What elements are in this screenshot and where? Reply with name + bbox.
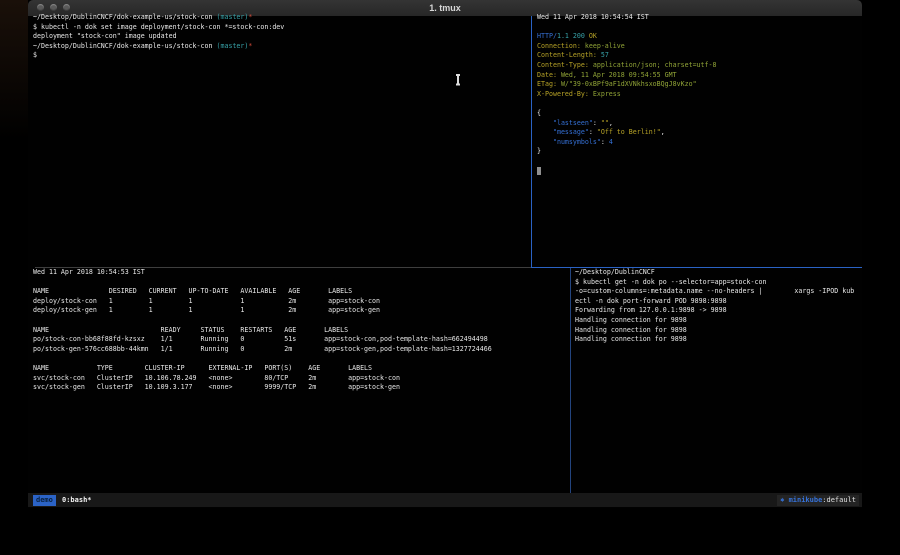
desktop-background	[0, 0, 28, 140]
tmux-pane-bottom-left[interactable]: Wed 11 Apr 2018 10:54:53 IST NAME DESIRE…	[33, 268, 567, 492]
kube-context-label: minikube	[789, 496, 823, 504]
window-title: 1. tmux	[28, 3, 862, 13]
window-list-item-active[interactable]: 0:bash*	[62, 493, 92, 507]
pane-divider-vertical-bottom[interactable]	[570, 268, 571, 493]
tmux-pane-top-left[interactable]: ~/Desktop/DublinCNCF/dok-example-us/stoc…	[33, 13, 529, 265]
pane-divider-vertical-top[interactable]	[531, 16, 532, 267]
pane-divider-horizontal-left[interactable]	[35, 267, 531, 268]
terminal-window: 1. tmux ~/Desktop/DublinCNCF/dok-example…	[28, 0, 862, 508]
kube-namespace-label: :default	[822, 496, 856, 504]
tmux-status-bar: demo 0:bash* ⎈ minikube:default	[28, 493, 862, 507]
session-name-badge[interactable]: demo	[33, 495, 56, 506]
tmux-pane-top-right[interactable]: Wed 11 Apr 2018 10:54:54 IST HTTP/1.1 20…	[537, 13, 859, 265]
tmux-pane-bottom-right[interactable]: ~/Desktop/DublinCNCF$ kubectl get -n dok…	[575, 268, 860, 492]
status-right-section: ⎈ minikube:default	[777, 495, 859, 506]
mouse-ibeam-cursor	[455, 74, 460, 85]
pane-divider-horizontal-right[interactable]	[531, 267, 862, 268]
